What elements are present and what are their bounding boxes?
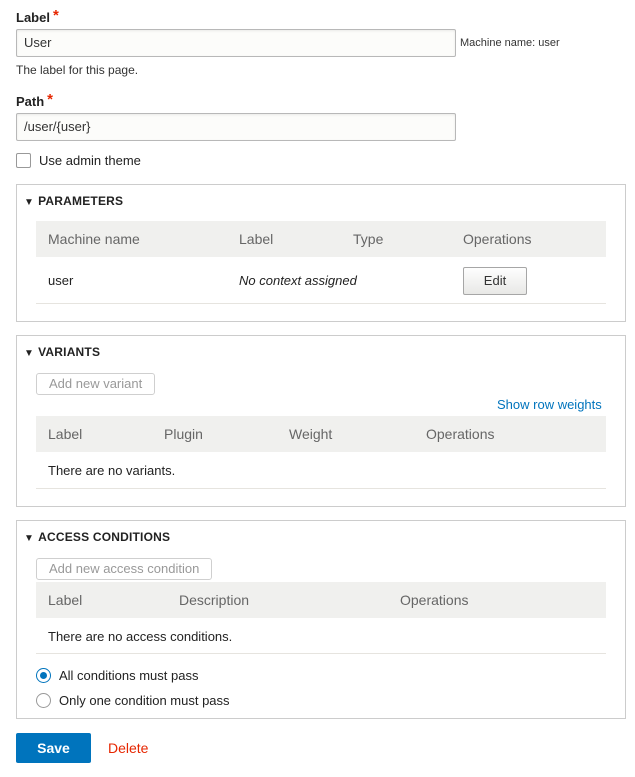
table-row: user No context assigned Edit <box>36 257 606 304</box>
access-conditions-fieldset: ▼ ACCESS CONDITIONS Add new access condit… <box>16 520 626 719</box>
path-field-label: Path * <box>16 91 54 110</box>
variants-title: VARIANTS <box>38 345 101 359</box>
variants-empty-message: There are no variants. <box>48 463 176 478</box>
column-header: Label <box>48 592 83 608</box>
parameters-fieldset: ▼ PARAMETERS Machine name Label Type Oper… <box>16 184 626 322</box>
label-field-label-text: Label <box>16 10 50 25</box>
label-field-label: Label * <box>16 7 59 26</box>
column-header: Operations <box>400 592 469 608</box>
column-header: Plugin <box>164 426 203 442</box>
parameters-title: PARAMETERS <box>38 194 124 208</box>
delete-link[interactable]: Delete <box>108 740 148 756</box>
path-input-value: /user/{user} <box>24 119 91 134</box>
admin-theme-label[interactable]: Use admin theme <box>39 153 141 168</box>
variants-fieldset: ▼ VARIANTS Add new variant Show row weigh… <box>16 335 626 507</box>
admin-theme-checkbox[interactable] <box>16 153 31 168</box>
label-description: The label for this page. <box>16 63 139 77</box>
add-variant-button[interactable]: Add new variant <box>36 373 156 395</box>
access-conditions-empty-message: There are no access conditions. <box>48 629 233 644</box>
parameters-table-header: Machine name Label Type Operations <box>36 221 606 257</box>
save-button[interactable]: Save <box>16 733 91 763</box>
path-field-label-text: Path <box>16 94 45 109</box>
required-marker: * <box>52 7 59 24</box>
one-condition-label[interactable]: Only one condition must pass <box>59 693 230 708</box>
column-header: Label <box>239 231 274 247</box>
column-header: Operations <box>463 231 532 247</box>
table-row: There are no variants. <box>36 452 606 489</box>
variants-legend[interactable]: ▼ VARIANTS <box>24 345 100 359</box>
column-header: Label <box>48 426 83 442</box>
label-input-value: User <box>24 35 52 50</box>
all-conditions-label[interactable]: All conditions must pass <box>59 668 198 683</box>
access-conditions-table-header: Label Description Operations <box>36 582 606 618</box>
column-header: Type <box>353 231 384 247</box>
machine-name: Machine name: user <box>460 37 560 49</box>
variants-table-header: Label Plugin Weight Operations <box>36 416 606 452</box>
add-access-condition-button[interactable]: Add new access condition <box>36 558 213 580</box>
one-condition-radio[interactable] <box>36 693 51 708</box>
all-conditions-radio[interactable] <box>36 668 51 683</box>
param-machine-name: user <box>48 273 74 288</box>
parameters-legend[interactable]: ▼ PARAMETERS <box>24 194 123 208</box>
label-input[interactable]: User <box>16 29 456 57</box>
column-header: Description <box>179 592 250 608</box>
path-input[interactable]: /user/{user} <box>16 113 456 141</box>
collapse-triangle-icon: ▼ <box>24 348 35 359</box>
param-label: No context assigned <box>239 273 357 288</box>
column-header: Weight <box>289 426 333 442</box>
edit-button[interactable]: Edit <box>463 267 527 295</box>
required-marker: * <box>47 91 54 108</box>
column-header: Operations <box>426 426 495 442</box>
access-conditions-legend[interactable]: ▼ ACCESS CONDITIONS <box>24 530 170 544</box>
collapse-triangle-icon: ▼ <box>24 197 35 208</box>
access-conditions-title: ACCESS CONDITIONS <box>38 530 171 544</box>
show-row-weights-link[interactable]: Show row weights <box>497 397 602 412</box>
table-row: There are no access conditions. <box>36 618 606 654</box>
collapse-triangle-icon: ▼ <box>24 533 35 544</box>
column-header: Machine name <box>48 231 140 247</box>
